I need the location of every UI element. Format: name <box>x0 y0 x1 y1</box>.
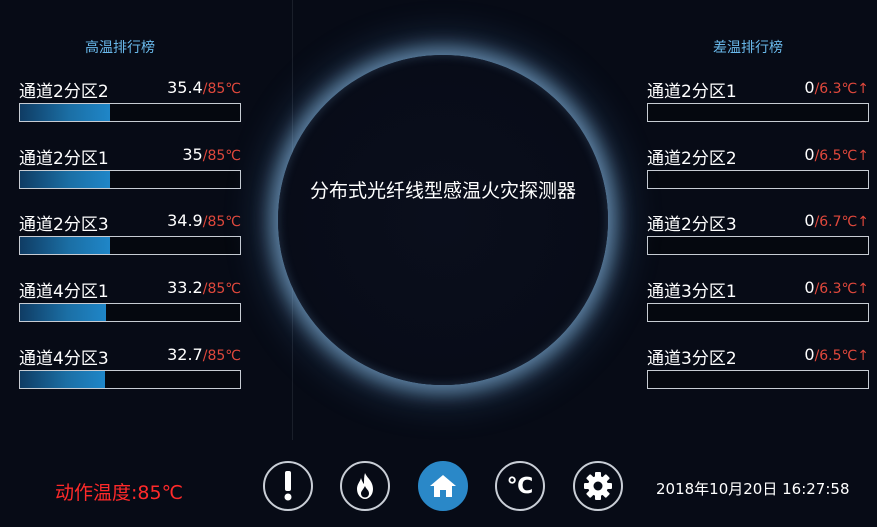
temp-value: 35/85℃ <box>182 145 241 164</box>
diff-bar <box>647 303 869 322</box>
temp-bar <box>19 236 241 255</box>
diff-bar <box>647 236 869 255</box>
zone-label: 通道4分区3 <box>19 349 109 369</box>
temp-bar-fill <box>20 304 106 321</box>
high-temp-item[interactable]: 通道2分区3 34.9/85℃ <box>19 210 243 266</box>
diff-temp-item[interactable]: 通道2分区3 0/6.7℃↑ <box>647 210 871 266</box>
temp-bar <box>19 170 241 189</box>
exclamation-icon <box>284 471 292 501</box>
high-temp-item[interactable]: 通道4分区1 33.2/85℃ <box>19 277 243 333</box>
temp-value: 35.4/85℃ <box>167 78 241 97</box>
temp-value: 33.2/85℃ <box>167 278 241 297</box>
diff-value: 0/6.3℃↑ <box>804 278 869 297</box>
zone-label: 通道2分区2 <box>647 149 737 169</box>
diff-value: 0/6.5℃↑ <box>804 345 869 364</box>
zone-label: 通道2分区1 <box>647 82 737 102</box>
diff-temp-ranking-title: 差温排行榜 <box>713 40 783 56</box>
diff-temp-item[interactable]: 通道2分区1 0/6.3℃↑ <box>647 77 871 133</box>
diff-value: 0/6.3℃↑ <box>804 78 869 97</box>
zone-label: 通道2分区3 <box>647 215 737 235</box>
diff-bar <box>647 370 869 389</box>
diff-value: 0/6.5℃↑ <box>804 145 869 164</box>
center-circle <box>278 55 608 385</box>
settings-button[interactable] <box>573 461 623 511</box>
home-button[interactable] <box>418 461 468 511</box>
fire-button[interactable] <box>340 461 390 511</box>
temperature-button[interactable]: ℃ <box>495 461 545 511</box>
action-temperature: 动作温度:85℃ <box>55 482 183 504</box>
diff-temp-item[interactable]: 通道2分区2 0/6.5℃↑ <box>647 144 871 200</box>
zone-label: 通道2分区3 <box>19 215 109 235</box>
zone-label: 通道4分区1 <box>19 282 109 302</box>
temp-value: 32.7/85℃ <box>167 345 241 364</box>
high-temp-item[interactable]: 通道4分区3 32.7/85℃ <box>19 344 243 400</box>
temp-bar-fill <box>20 171 111 188</box>
zone-label: 通道2分区2 <box>19 82 109 102</box>
temp-bar-fill <box>20 371 105 388</box>
temp-bar <box>19 303 241 322</box>
datetime: 2018年10月20日 16:27:58 <box>656 480 850 498</box>
zone-label: 通道3分区1 <box>647 282 737 302</box>
temp-bar-fill <box>20 237 111 254</box>
home-icon <box>430 475 456 497</box>
zone-label: 通道2分区1 <box>19 149 109 169</box>
temp-value: 34.9/85℃ <box>167 211 241 230</box>
temp-bar <box>19 103 241 122</box>
diff-temp-item[interactable]: 通道3分区2 0/6.5℃↑ <box>647 344 871 400</box>
diff-temp-item[interactable]: 通道3分区1 0/6.3℃↑ <box>647 277 871 333</box>
zone-label: 通道3分区2 <box>647 349 737 369</box>
gear-icon <box>584 472 612 500</box>
temp-bar <box>19 370 241 389</box>
high-temp-ranking-title: 高温排行榜 <box>85 40 155 56</box>
device-title: 分布式光纤线型感温火灾探测器 <box>309 180 576 202</box>
diff-bar <box>647 170 869 189</box>
diff-bar <box>647 103 869 122</box>
high-temp-item[interactable]: 通道2分区2 35.4/85℃ <box>19 77 243 133</box>
celsius-icon: ℃ <box>506 473 534 499</box>
high-temp-item[interactable]: 通道2分区1 35/85℃ <box>19 144 243 200</box>
alarm-button[interactable] <box>263 461 313 511</box>
flame-icon <box>357 473 373 499</box>
diff-value: 0/6.7℃↑ <box>804 211 869 230</box>
temp-bar-fill <box>20 104 111 121</box>
